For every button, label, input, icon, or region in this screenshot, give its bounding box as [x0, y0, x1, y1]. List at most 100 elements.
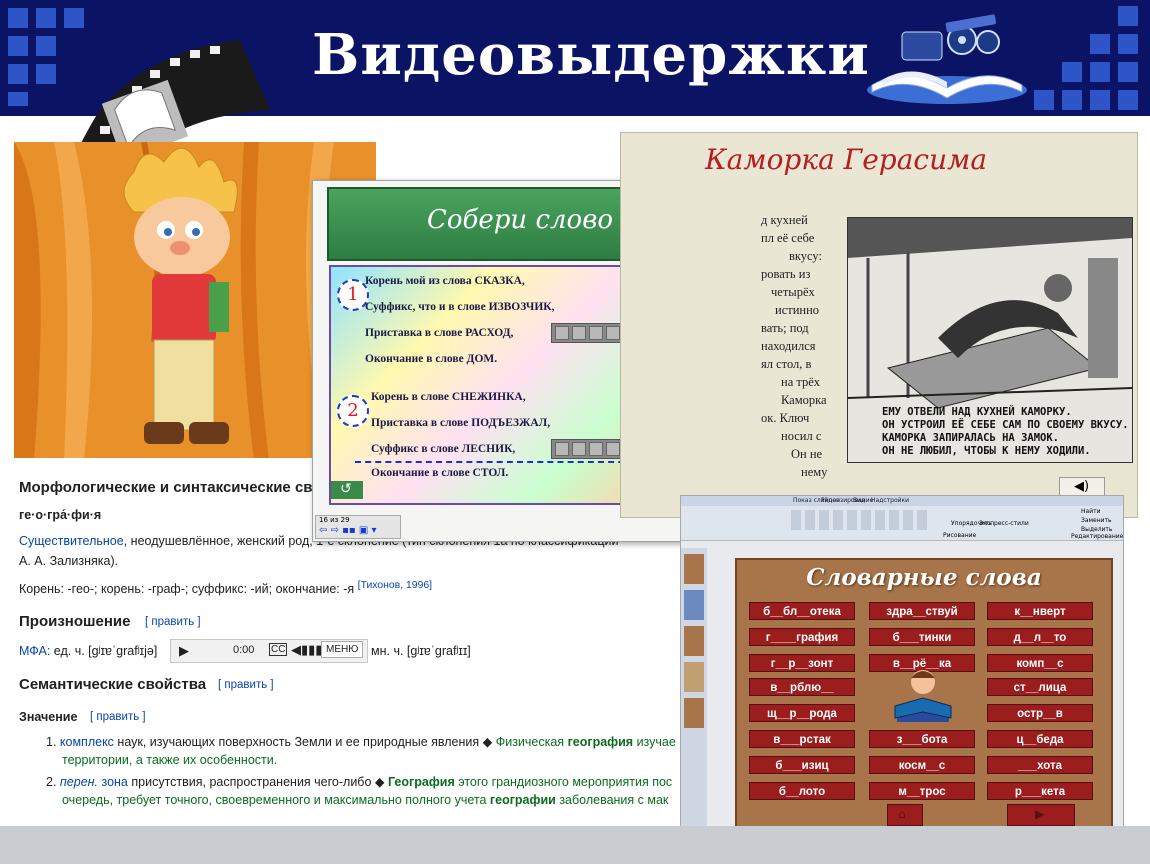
def1-link[interactable]: комплекс [60, 735, 114, 749]
kamorka-title: Каморка Герасима [705, 143, 988, 176]
side-text-line: вкусу: [789, 249, 822, 263]
puzzle2-line: Приставка в слове ПОДЪЕЗЖАЛ, [371, 417, 551, 429]
edit-link-pron[interactable]: [ править ] [145, 616, 201, 628]
editing-group: Редактирование [1071, 533, 1124, 540]
word-card[interactable]: б___тинки [869, 628, 975, 646]
def2-example-b: этого грандиозного мероприятия пос [458, 775, 673, 789]
word-card[interactable]: комп__с [987, 654, 1093, 672]
caption-line: КАМОРКА ЗАПИРАЛАСЬ НА ЗАМОК. [882, 432, 1060, 444]
def1-example-a: Физическая [495, 735, 565, 749]
ribbon-tab[interactable]: Рецензирование [821, 497, 873, 504]
ipa-singular: ед. ч. [ɡʲɪɐˈɡrafʲɪjə] [53, 644, 158, 658]
word-card[interactable]: з___бота [869, 730, 975, 748]
puzzle2-line: Корень в слове СНЕЖИНКА, [371, 391, 526, 403]
classification: А. А. Зализняка). [19, 554, 119, 568]
word-card[interactable]: ц__беда [987, 730, 1093, 748]
page-indicator: 16 из 29 [319, 516, 350, 524]
word-card[interactable]: б__лото [749, 782, 855, 800]
ribbon-tab[interactable]: Надстройки [871, 497, 909, 504]
menu-button[interactable]: МЕНЮ [321, 641, 364, 658]
time-readout: 0:00 [233, 644, 255, 656]
quick-styles-button[interactable]: Экспресс-стили [979, 520, 1029, 527]
bottom-band [0, 826, 1150, 864]
def2-continuation-c: заболевания с мак [559, 793, 669, 807]
word-card[interactable]: ст__лица [987, 678, 1093, 696]
play-icon: ▶ [1035, 807, 1045, 821]
find-button[interactable]: Найти [1081, 508, 1100, 515]
def2-text: присутствия, распространения чего-либо [131, 775, 372, 789]
shapes-gallery[interactable] [791, 510, 931, 530]
word-card[interactable]: в___рстак [749, 730, 855, 748]
def2-continuation-a: очередь, требует точного, своевременного… [62, 793, 487, 807]
def2-continuation-b: географии [489, 793, 556, 807]
side-text-line: нему [801, 465, 828, 479]
word-card[interactable]: г____графия [749, 628, 855, 646]
puzzle2-line: Суффикс в слове ЛЕСНИК, [371, 443, 516, 455]
side-text-line: Каморка [781, 393, 827, 407]
side-text-line: д кухней [761, 213, 808, 227]
play-icon[interactable]: ▶ [179, 643, 189, 659]
word-card[interactable]: здра__ствуй [869, 602, 975, 620]
word-card[interactable]: остр__в [987, 704, 1093, 722]
word-card[interactable]: б__бл__отека [749, 602, 855, 620]
gerasim-illustration: ЕМУ ОТВЕЛИ НАД КУХНЕЙ КАМОРКУ. ОН УСТРОИ… [847, 217, 1133, 463]
puzzle-number-2: 2 [337, 395, 369, 427]
def1-example-c: изучае [636, 735, 676, 749]
slide-canvas[interactable]: Словарные слова б__бл__отека г____графия… [735, 558, 1113, 834]
ipa-link[interactable]: МФА: [19, 644, 50, 658]
volume-icon[interactable]: ◀▮▮▮ [291, 642, 322, 658]
undo-button[interactable]: ↺ [331, 481, 363, 499]
side-text-line: пл её себе [761, 231, 815, 245]
morphemes: Корень: -гео-; корень: -граф-; суффикс: … [19, 582, 355, 597]
select-button[interactable]: Выделить [1081, 526, 1112, 533]
puzzle1-line: Корень мой из слова СКАЗКА, [365, 275, 525, 287]
side-text-line: вать; под [761, 321, 809, 335]
def2-example-a: География [387, 775, 455, 789]
side-text-line: ок. Ключ [761, 411, 810, 425]
word-card[interactable]: косм__с [869, 756, 975, 774]
replace-button[interactable]: Заменить [1081, 517, 1112, 524]
word-card[interactable]: р___кета [987, 782, 1093, 800]
morph-heading: Морфологические и синтаксические св [19, 479, 313, 496]
ribbon-tab[interactable]: Вид [853, 497, 865, 504]
home-icon: ⌂ [898, 807, 906, 821]
book-film-logo [867, 14, 1027, 104]
drawing-group: Рисование [943, 532, 977, 539]
word-card[interactable]: б___изиц [749, 756, 855, 774]
puzzle1-line: Приставка в слове РАСХОД, [365, 327, 514, 339]
edit-link-meaning[interactable]: [ править ] [90, 711, 146, 723]
nav-arrows-icon[interactable]: ⇦ ⇨ ▪▪ ▣ ▾ [319, 525, 377, 536]
word-card[interactable]: м__трос [869, 782, 975, 800]
syllables: ге·о·гра́·фи·я [19, 508, 102, 522]
ribbon-toolbar[interactable]: Показ слайдов Рецензирование Вид Надстро… [681, 496, 1123, 541]
undo-icon: ↺ [340, 481, 352, 497]
word-card[interactable]: д__л__то [987, 628, 1093, 646]
word-card[interactable]: к__нверт [987, 602, 1093, 620]
word-card[interactable]: в__рблю__ [749, 678, 855, 696]
word-card[interactable]: г__р__зонт [749, 654, 855, 672]
boy-reading-illustration [894, 670, 952, 722]
def2-link-a[interactable]: перен. [60, 775, 98, 789]
side-text-line: четырёх [771, 285, 815, 299]
pos-link[interactable]: Существительное [19, 534, 124, 548]
side-text-line: на трёх [781, 375, 821, 389]
home-button[interactable]: ⌂ [887, 804, 923, 826]
word-card[interactable]: щ__р__рода [749, 704, 855, 722]
side-text-line: истинно [775, 303, 820, 317]
side-text-line: ял стол, в [761, 357, 812, 371]
def2-link-b[interactable]: зона [101, 775, 127, 789]
ref-link[interactable]: [Тихонов, 1996] [358, 580, 432, 591]
next-button[interactable]: ▶ [1007, 804, 1075, 826]
slide-thumbnails[interactable] [681, 548, 707, 838]
audio-player[interactable]: ▶ 0:00 CC ◀▮▮▮ МЕНЮ [170, 639, 368, 663]
pron-heading: Произношение [19, 613, 131, 630]
side-text-line: ровать из [761, 267, 811, 281]
word-card[interactable]: ___хота [987, 756, 1093, 774]
puzzle2-line: Окончание в слове СТОЛ. [371, 467, 509, 479]
def1-example-b: география [567, 735, 634, 749]
cc-icon[interactable]: CC [269, 643, 288, 656]
powerpoint-window: Показ слайдов Рецензирование Вид Надстро… [680, 495, 1124, 839]
edit-link-sem[interactable]: [ править ] [218, 679, 274, 691]
page-title: Видеовыдержки [312, 22, 870, 88]
nav-toolbar[interactable]: 16 из 29 ⇦ ⇨ ▪▪ ▣ ▾ [315, 515, 401, 539]
